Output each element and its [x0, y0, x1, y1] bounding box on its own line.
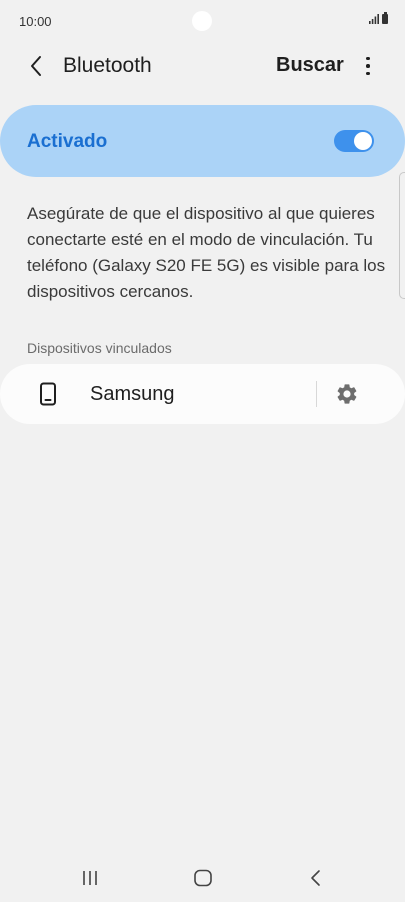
status-time: 10:00 — [19, 14, 52, 29]
front-camera — [192, 11, 212, 31]
home-icon — [194, 869, 212, 887]
toggle-label: Activado — [27, 131, 108, 152]
device-settings-button[interactable] — [331, 378, 363, 410]
back-button[interactable] — [22, 52, 50, 80]
back-arrow-icon — [31, 56, 41, 76]
recent-apps-button[interactable] — [72, 866, 108, 890]
navigation-bar — [0, 852, 405, 902]
switch-knob — [354, 132, 372, 150]
home-button[interactable] — [185, 866, 221, 890]
battery-icon — [382, 12, 388, 24]
more-vertical-icon — [366, 56, 370, 61]
paired-device-connect[interactable]: Samsung — [0, 364, 316, 424]
status-bar: 10:00 — [0, 0, 405, 44]
back-icon — [311, 870, 320, 886]
bluetooth-switch[interactable] — [334, 130, 374, 152]
paired-device-item: Samsung — [0, 364, 405, 424]
status-icons — [369, 12, 388, 24]
paired-devices-header: Dispositivos vinculados — [27, 340, 172, 356]
scroll-indicator[interactable] — [399, 172, 405, 299]
search-button[interactable]: Buscar — [276, 54, 344, 77]
nav-back-button[interactable] — [298, 866, 334, 890]
app-bar: Bluetooth Buscar — [0, 44, 405, 88]
signal-icon — [369, 14, 379, 24]
page-title: Bluetooth — [63, 54, 152, 77]
phone-icon — [40, 382, 56, 406]
device-name: Samsung — [90, 383, 175, 405]
divider — [316, 381, 317, 407]
recent-apps-icon — [83, 871, 97, 885]
more-options-button[interactable] — [356, 50, 380, 82]
gear-icon — [337, 384, 357, 404]
bluetooth-settings-screen: 10:00 Bluetooth Buscar Activado Asegúrat… — [0, 0, 405, 902]
bluetooth-master-toggle[interactable]: Activado — [0, 105, 405, 177]
visibility-description: Asegúrate de que el dispositivo al que q… — [27, 204, 386, 301]
